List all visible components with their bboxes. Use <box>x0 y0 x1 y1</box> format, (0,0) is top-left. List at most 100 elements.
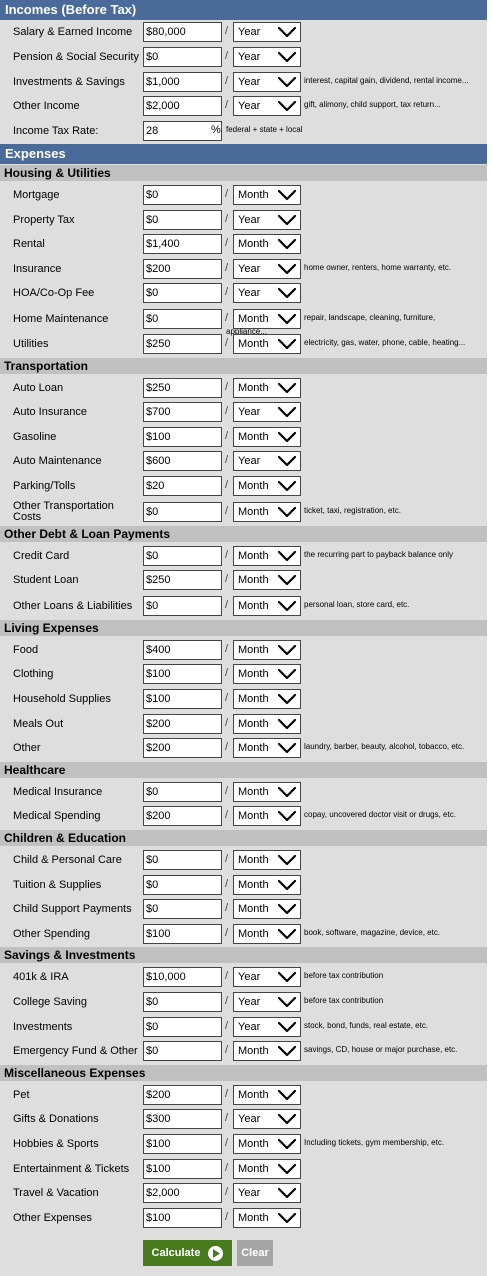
travel-vacation-input[interactable] <box>143 1183 222 1204</box>
auto-insurance-period-value: Year <box>238 406 261 419</box>
college-saving-period-select[interactable]: Year <box>233 992 301 1012</box>
child-personal-care-period-select[interactable]: Month <box>233 850 301 870</box>
separator: / <box>225 1161 229 1174</box>
student-loan-period-select[interactable]: Month <box>233 570 301 591</box>
medical-insurance-input[interactable] <box>143 781 222 802</box>
pension-social-security-input[interactable] <box>143 47 222 67</box>
hobbies-sports-period-select[interactable]: Month <box>233 1134 301 1154</box>
auto-insurance-input[interactable] <box>143 402 222 423</box>
utilities-input[interactable] <box>143 334 222 354</box>
investments-savings-input[interactable] <box>143 72 222 92</box>
salary-earned-income-input[interactable] <box>143 22 222 42</box>
auto-insurance-row: Auto Insurance / Year <box>0 401 487 424</box>
child-support-payments-input[interactable] <box>143 899 222 920</box>
section-header-living-expenses: Living Expenses <box>0 619 487 636</box>
parking-tolls-input[interactable] <box>143 476 222 496</box>
other-loans-liabilities-period-select[interactable]: Month <box>233 595 301 616</box>
household-supplies-period-select[interactable]: Month <box>233 689 301 709</box>
credit-card-input[interactable] <box>143 545 222 566</box>
gasoline-input[interactable] <box>143 426 222 447</box>
household-supplies-label: Household Supplies <box>13 693 111 705</box>
medical-spending-period-select[interactable]: Month <box>233 806 301 827</box>
clothing-period-select[interactable]: Month <box>233 664 301 685</box>
other-period-select[interactable]: Month <box>233 738 301 759</box>
clear-button[interactable]: Clear <box>237 1240 273 1266</box>
chevron-down-icon <box>277 1187 297 1199</box>
gifts-donations-period-select[interactable]: Year <box>233 1109 301 1130</box>
medical-spending-input[interactable] <box>143 806 222 827</box>
gasoline-period-select[interactable]: Month <box>233 426 301 447</box>
other-expenses-period-select[interactable]: Month <box>233 1207 301 1228</box>
401k-ira-input[interactable] <box>143 967 222 988</box>
other-income-period-select[interactable]: Year <box>233 96 301 116</box>
pension-social-security-period-select[interactable]: Year <box>233 47 301 67</box>
tuition-supplies-input[interactable] <box>143 874 222 895</box>
investments-input[interactable] <box>143 1016 222 1037</box>
meals-out-period-select[interactable]: Month <box>233 713 301 734</box>
hoa-co-op-fee-input[interactable] <box>143 283 222 304</box>
entertainment-tickets-period-select[interactable]: Month <box>233 1158 301 1179</box>
property-tax-input[interactable] <box>143 209 222 230</box>
clothing-input[interactable] <box>143 664 222 685</box>
gifts-donations-input[interactable] <box>143 1109 222 1130</box>
child-personal-care-input[interactable] <box>143 850 222 870</box>
child-support-payments-period-select[interactable]: Month <box>233 899 301 920</box>
other-loans-liabilities-input[interactable] <box>143 595 222 616</box>
home-maintenance-input[interactable] <box>143 309 222 329</box>
salary-earned-income-period-select[interactable]: Year <box>233 22 301 42</box>
401k-ira-period-select[interactable]: Year <box>233 967 301 988</box>
student-loan-input[interactable] <box>143 570 222 591</box>
separator: / <box>225 380 229 393</box>
rental-period-select[interactable]: Month <box>233 234 301 255</box>
travel-vacation-period-select[interactable]: Year <box>233 1183 301 1204</box>
household-supplies-input[interactable] <box>143 689 222 709</box>
entertainment-tickets-input[interactable] <box>143 1158 222 1179</box>
other-expenses-input[interactable] <box>143 1207 222 1228</box>
rental-input[interactable] <box>143 234 222 255</box>
hobbies-sports-input[interactable] <box>143 1134 222 1154</box>
investments-period-select[interactable]: Year <box>233 1016 301 1037</box>
hoa-co-op-fee-period-select[interactable]: Year <box>233 283 301 304</box>
investments-savings-period-select[interactable]: Year <box>233 72 301 92</box>
utilities-period-select[interactable]: Month <box>233 334 301 354</box>
parking-tolls-label: Parking/Tolls <box>13 480 76 492</box>
mortgage-input[interactable] <box>143 185 222 205</box>
emergency-fund-other-input[interactable] <box>143 1041 222 1062</box>
other-income-input[interactable] <box>143 96 222 116</box>
medical-spending-note: copay, uncovered doctor visit or drugs, … <box>304 810 456 820</box>
insurance-input[interactable] <box>143 258 222 279</box>
property-tax-period-select[interactable]: Year <box>233 209 301 230</box>
auto-insurance-period-select[interactable]: Year <box>233 402 301 423</box>
food-input[interactable] <box>143 639 222 660</box>
meals-out-input[interactable] <box>143 713 222 734</box>
auto-maintenance-period-select[interactable]: Year <box>233 451 301 472</box>
parking-tolls-period-select[interactable]: Month <box>233 476 301 496</box>
emergency-fund-other-period-select[interactable]: Month <box>233 1041 301 1062</box>
auto-maintenance-input[interactable] <box>143 451 222 472</box>
insurance-period-select[interactable]: Year <box>233 258 301 279</box>
tuition-supplies-label: Tuition & Supplies <box>13 878 102 891</box>
auto-loan-period-select[interactable]: Month <box>233 377 301 398</box>
pet-input[interactable] <box>143 1084 222 1105</box>
credit-card-period-select[interactable]: Month <box>233 545 301 566</box>
other-transportation-costs-period-select[interactable]: Month <box>233 501 301 522</box>
tuition-supplies-period-select[interactable]: Month <box>233 874 301 895</box>
mortgage-period-select[interactable]: Month <box>233 185 301 205</box>
other-input[interactable] <box>143 738 222 759</box>
other-transportation-costs-label: Other Transportation Costs <box>13 500 114 524</box>
food-period-select[interactable]: Month <box>233 639 301 660</box>
child-personal-care-label: Child & Personal Care <box>13 854 122 866</box>
auto-loan-input[interactable] <box>143 377 222 398</box>
parking-tolls-period-value: Month <box>238 480 269 492</box>
hobbies-sports-period-value: Month <box>238 1138 269 1150</box>
college-saving-input[interactable] <box>143 992 222 1012</box>
other-transportation-costs-input[interactable] <box>143 501 222 522</box>
other-spending-period-select[interactable]: Month <box>233 923 301 944</box>
pension-social-security-label: Pension & Social Security <box>13 51 139 63</box>
medical-insurance-period-select[interactable]: Month <box>233 781 301 802</box>
pet-period-select[interactable]: Month <box>233 1084 301 1105</box>
calculate-button[interactable]: Calculate <box>143 1240 232 1266</box>
chevron-down-icon <box>277 810 297 822</box>
other-spending-input[interactable] <box>143 923 222 944</box>
separator: / <box>225 504 229 517</box>
